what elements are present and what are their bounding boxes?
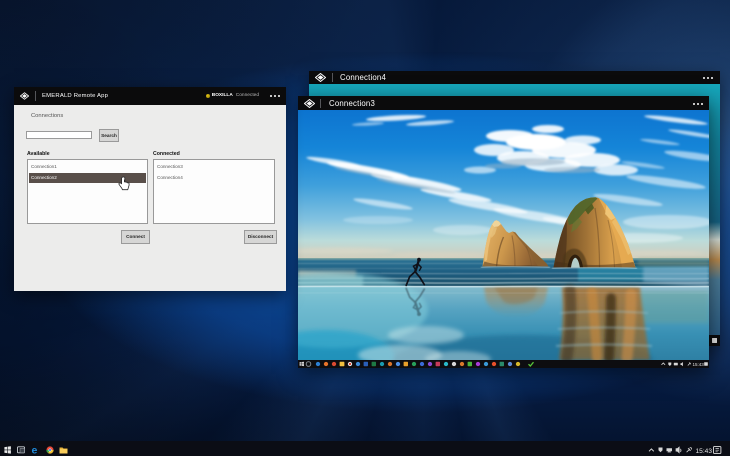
svg-text:15:43: 15:43 <box>693 362 705 367</box>
svg-text:e: e <box>32 444 38 456</box>
svg-text:15:43: 15:43 <box>696 448 713 455</box>
